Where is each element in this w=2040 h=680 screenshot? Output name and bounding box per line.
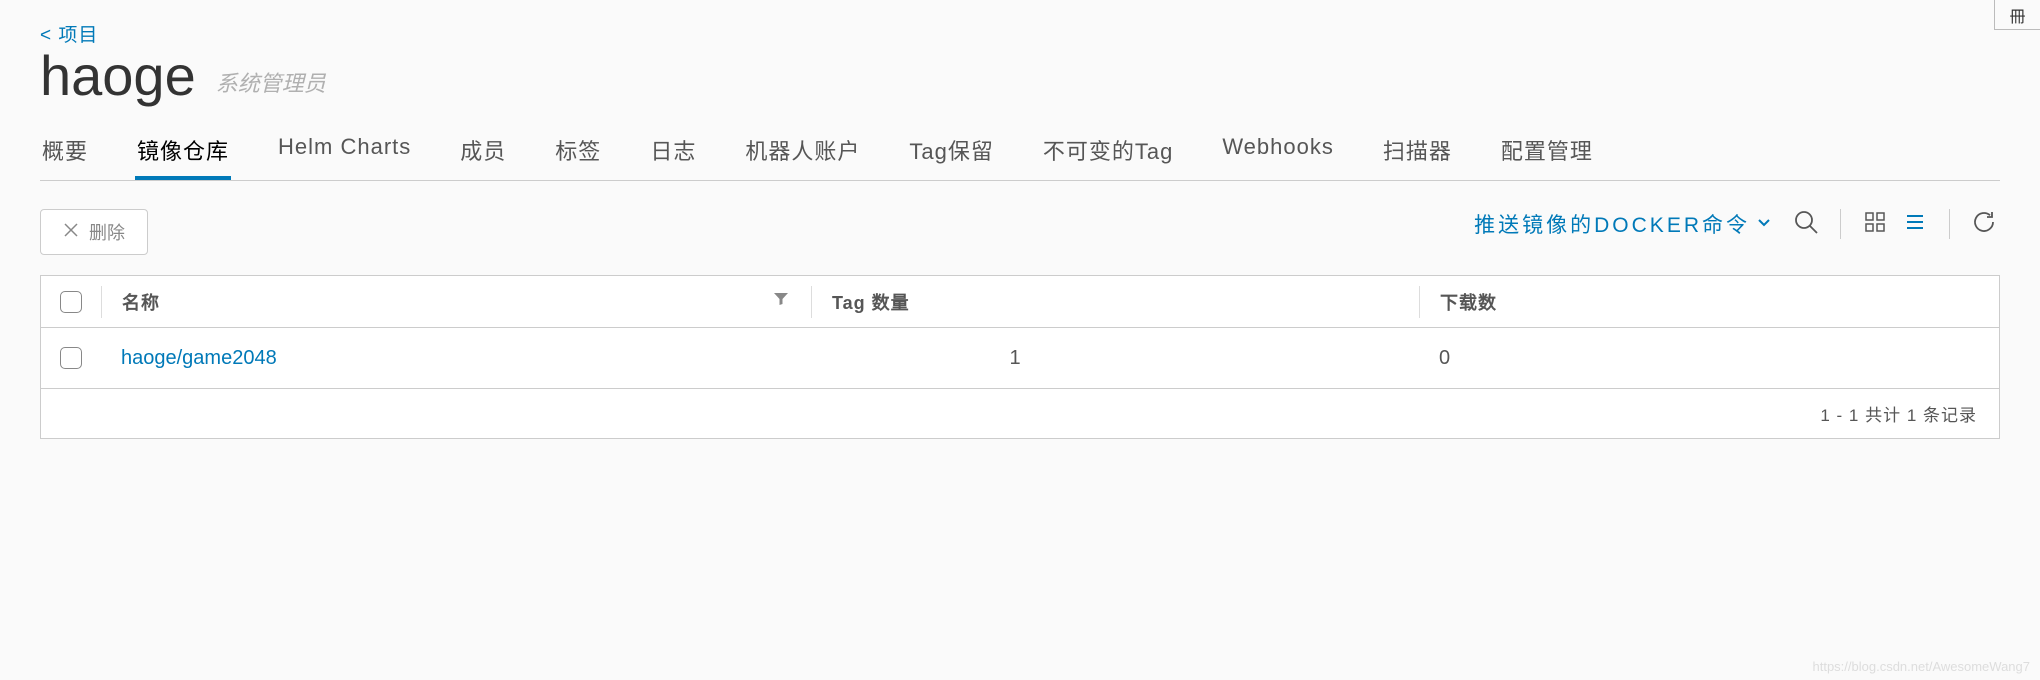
delete-label: 删除 bbox=[89, 219, 125, 245]
delete-button[interactable]: 删除 bbox=[40, 209, 148, 255]
push-command-dropdown[interactable]: 推送镜像的DOCKER命令 bbox=[1474, 209, 1772, 239]
refresh-icon bbox=[1971, 209, 1997, 240]
corner-glyph: 冊 bbox=[2009, 3, 2025, 27]
column-header-name[interactable]: 名称 bbox=[101, 286, 811, 318]
tab-summary[interactable]: 概要 bbox=[40, 126, 90, 180]
select-all-checkbox[interactable] bbox=[60, 291, 82, 313]
tab-webhooks[interactable]: Webhooks bbox=[1220, 126, 1336, 180]
watermark: https://blog.csdn.net/AwesomeWang7 bbox=[1812, 659, 2030, 674]
tab-immutable-tag[interactable]: 不可变的Tag bbox=[1041, 126, 1175, 180]
search-icon bbox=[1792, 208, 1820, 241]
cell-downloads: 0 bbox=[1419, 347, 1999, 370]
tab-members[interactable]: 成员 bbox=[458, 126, 508, 180]
tab-helm-charts[interactable]: Helm Charts bbox=[276, 126, 413, 180]
close-icon bbox=[63, 222, 79, 243]
tab-scanner[interactable]: 扫描器 bbox=[1381, 126, 1454, 180]
tab-tag-retention[interactable]: Tag保留 bbox=[907, 126, 995, 180]
list-icon bbox=[1904, 211, 1926, 238]
tab-configuration[interactable]: 配置管理 bbox=[1499, 126, 1595, 180]
card-view-button[interactable] bbox=[1859, 208, 1891, 240]
corner-widget: 冊 bbox=[1994, 0, 2040, 30]
page-title: haoge bbox=[40, 43, 196, 108]
tab-logs[interactable]: 日志 bbox=[648, 126, 698, 180]
tab-labels[interactable]: 标签 bbox=[553, 126, 603, 180]
repository-link[interactable]: haoge/game2048 bbox=[121, 347, 277, 369]
toolbar-divider-2 bbox=[1949, 209, 1950, 239]
tabs: 概要 镜像仓库 Helm Charts 成员 标签 日志 机器人账户 Tag保留… bbox=[40, 126, 2000, 181]
column-header-downloads[interactable]: 下载数 bbox=[1419, 286, 1999, 318]
repositories-table: 名称 Tag 数量 下载数 haoge/game2048 1 0 1 - 1 共… bbox=[40, 275, 2000, 439]
pagination-summary: 1 - 1 共计 1 条记录 bbox=[41, 388, 1999, 438]
cell-tag-count: 1 bbox=[811, 347, 1419, 370]
column-name-label: 名称 bbox=[122, 289, 160, 315]
table-row: haoge/game2048 1 0 bbox=[41, 328, 1999, 388]
toolbar-divider bbox=[1840, 209, 1841, 239]
list-view-button[interactable] bbox=[1899, 208, 1931, 240]
row-checkbox[interactable] bbox=[60, 347, 82, 369]
chevron-down-icon bbox=[1756, 212, 1772, 236]
filter-icon[interactable] bbox=[773, 291, 789, 312]
column-header-tag-count[interactable]: Tag 数量 bbox=[811, 286, 1419, 318]
tab-repositories[interactable]: 镜像仓库 bbox=[135, 126, 231, 180]
grid-icon bbox=[1864, 211, 1886, 238]
tab-robot-accounts[interactable]: 机器人账户 bbox=[743, 126, 862, 180]
role-label: 系统管理员 bbox=[216, 66, 326, 108]
search-button[interactable] bbox=[1790, 208, 1822, 240]
column-tagcount-label: Tag 数量 bbox=[832, 289, 910, 315]
push-command-label: 推送镜像的DOCKER命令 bbox=[1474, 209, 1750, 239]
refresh-button[interactable] bbox=[1968, 208, 2000, 240]
column-downloads-label: 下载数 bbox=[1440, 289, 1497, 315]
